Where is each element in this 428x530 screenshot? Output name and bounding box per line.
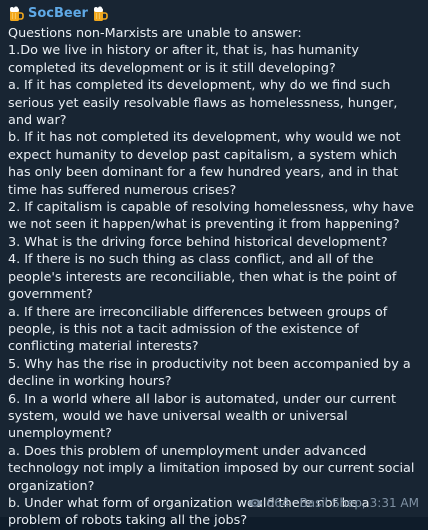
message-header: SocBeer bbox=[8, 3, 422, 25]
message-bubble[interactable]: SocBeer Questions non-Marxists are unabl… bbox=[0, 0, 428, 528]
message-text: Questions non-Marxists are unable to ans… bbox=[8, 26, 415, 529]
sender-name[interactable]: SocBeer bbox=[28, 5, 88, 22]
beer-mug-icon bbox=[10, 6, 24, 21]
view-count: 664 bbox=[266, 496, 290, 510]
message-meta: 664 Basil Shep, 3:31 AM bbox=[247, 496, 419, 510]
eye-icon bbox=[247, 499, 262, 507]
beer-mug-icon bbox=[93, 6, 108, 21]
message-signature: Basil Shep, 3:31 AM bbox=[299, 496, 420, 510]
